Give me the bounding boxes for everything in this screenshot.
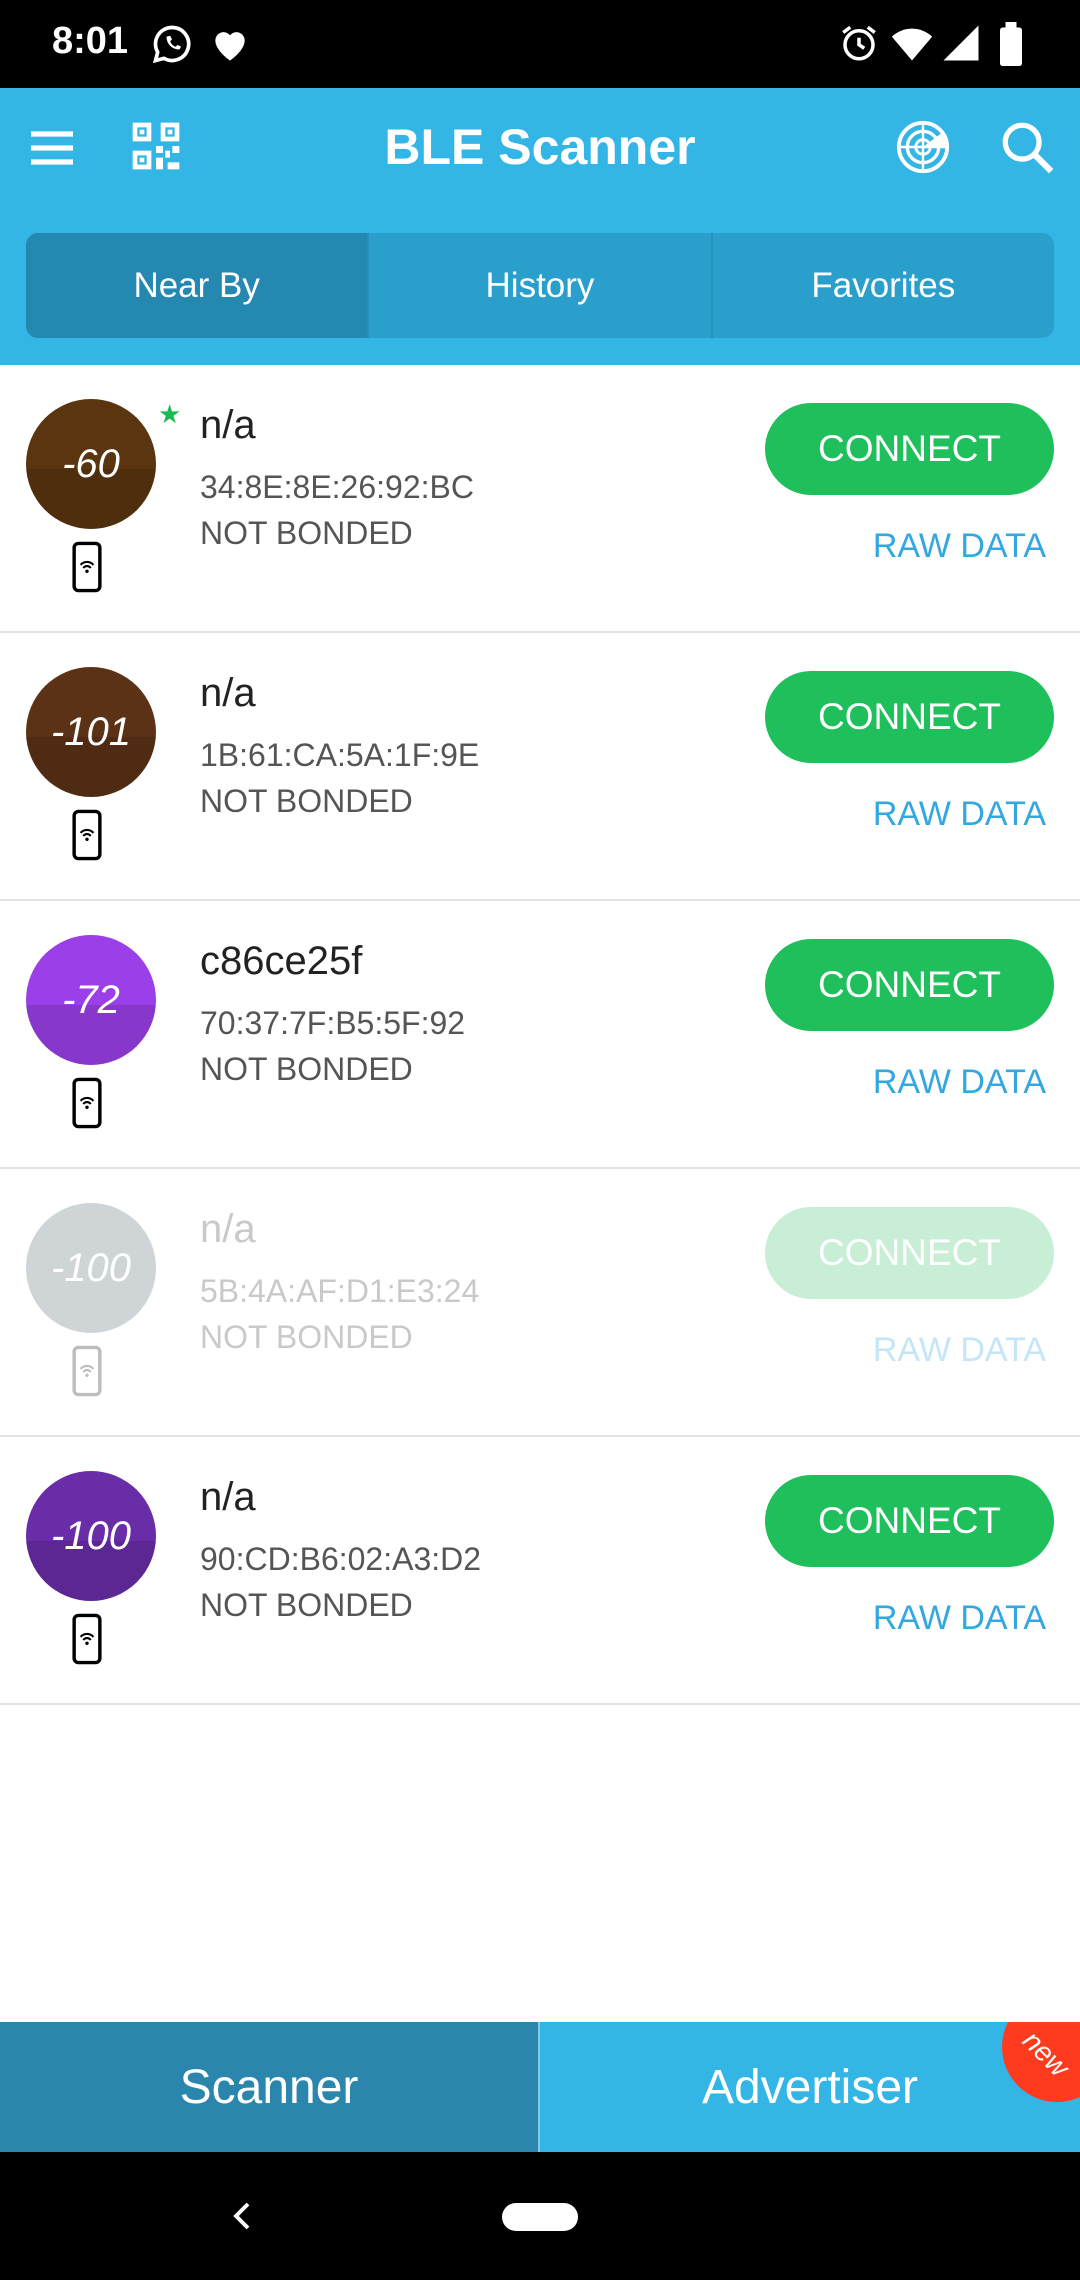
device-mac: 90:CD:B6:02:A3:D2	[200, 1541, 482, 1577]
device-name: c86ce25f	[200, 939, 363, 983]
alarm-icon	[842, 25, 876, 61]
device-row[interactable]: -100 n/a 5B:4A:AF:D1:E3:24 NOT BONDED CO…	[0, 1169, 1080, 1437]
back-icon[interactable]	[224, 2196, 260, 2236]
rssi-badge: -72	[26, 935, 156, 1065]
tab-favorites[interactable]: Favorites	[713, 233, 1054, 338]
search-icon[interactable]	[998, 118, 1056, 176]
heart-icon	[215, 32, 245, 61]
new-badge: new	[1002, 2022, 1080, 2102]
tab-near-by[interactable]: Near By	[26, 233, 370, 338]
status-time: 8:01	[52, 20, 129, 62]
phone-signal-icon	[72, 1613, 102, 1665]
favorite-star-icon: ★	[158, 399, 182, 429]
phone-signal-icon	[72, 1077, 102, 1129]
tab-history[interactable]: History	[369, 233, 713, 338]
whatsapp-icon	[152, 25, 191, 64]
signal-icon	[943, 25, 979, 61]
device-name: n/a	[200, 1475, 256, 1519]
bond-status: NOT BONDED	[200, 515, 413, 551]
device-mac: 5B:4A:AF:D1:E3:24	[200, 1273, 480, 1309]
advertiser-label: Advertiser	[701, 2060, 919, 2114]
bottom-bar: Scanner Advertiser new	[0, 2022, 1080, 2152]
rssi-badge: -101	[26, 667, 156, 797]
status-bar: 8:01	[0, 0, 1080, 88]
raw-data-link[interactable]: RAW DATA	[873, 1331, 1046, 1370]
phone-signal-icon	[72, 1345, 102, 1397]
rssi-badge: -100	[26, 1471, 156, 1601]
phone-signal-icon	[72, 541, 102, 593]
bond-status: NOT BONDED	[200, 1319, 413, 1355]
advertiser-button[interactable]: Advertiser new	[540, 2022, 1080, 2152]
home-pill[interactable]	[502, 2203, 578, 2231]
rssi-badge: -100	[26, 1203, 156, 1333]
raw-data-link[interactable]: RAW DATA	[873, 527, 1046, 566]
wifi-icon	[891, 28, 933, 61]
phone-signal-icon	[72, 809, 102, 861]
raw-data-link[interactable]: RAW DATA	[873, 795, 1046, 834]
connect-button[interactable]: CONNECT	[765, 939, 1054, 1031]
bond-status: NOT BONDED	[200, 1051, 413, 1087]
rssi-badge: -60	[26, 399, 156, 529]
device-row[interactable]: -101 n/a 1B:61:CA:5A:1F:9E NOT BONDED CO…	[0, 633, 1080, 901]
device-row[interactable]: -72 c86ce25f 70:37:7F:B5:5F:92 NOT BONDE…	[0, 901, 1080, 1169]
device-name: n/a	[200, 1207, 256, 1251]
bond-status: NOT BONDED	[200, 1587, 413, 1623]
raw-data-link[interactable]: RAW DATA	[873, 1063, 1046, 1102]
connect-button[interactable]: CONNECT	[765, 1207, 1054, 1299]
connect-button[interactable]: CONNECT	[765, 671, 1054, 763]
app-bar: BLE Scanner Near By History Favorites	[0, 88, 1080, 365]
device-mac: 34:8E:8E:26:92:BC	[200, 469, 474, 505]
device-row[interactable]: -60 ★ n/a 34:8E:8E:26:92:BC NOT BONDED C…	[0, 365, 1080, 633]
system-nav-bar	[0, 2152, 1080, 2280]
device-name: n/a	[200, 403, 256, 447]
device-mac: 70:37:7F:B5:5F:92	[200, 1005, 466, 1041]
device-mac: 1B:61:CA:5A:1F:9E	[200, 737, 480, 773]
device-row[interactable]: -100 n/a 90:CD:B6:02:A3:D2 NOT BONDED CO…	[0, 1437, 1080, 1705]
tab-bar: Near By History Favorites	[26, 233, 1054, 338]
battery-icon	[1000, 22, 1022, 66]
connect-button[interactable]: CONNECT	[765, 403, 1054, 495]
device-name: n/a	[200, 671, 256, 715]
scanner-button[interactable]: Scanner	[0, 2022, 540, 2152]
connect-button[interactable]: CONNECT	[765, 1475, 1054, 1567]
radar-icon[interactable]	[894, 118, 952, 176]
device-list: -60 ★ n/a 34:8E:8E:26:92:BC NOT BONDED C…	[0, 365, 1080, 1705]
raw-data-link[interactable]: RAW DATA	[873, 1599, 1046, 1638]
bond-status: NOT BONDED	[200, 783, 413, 819]
